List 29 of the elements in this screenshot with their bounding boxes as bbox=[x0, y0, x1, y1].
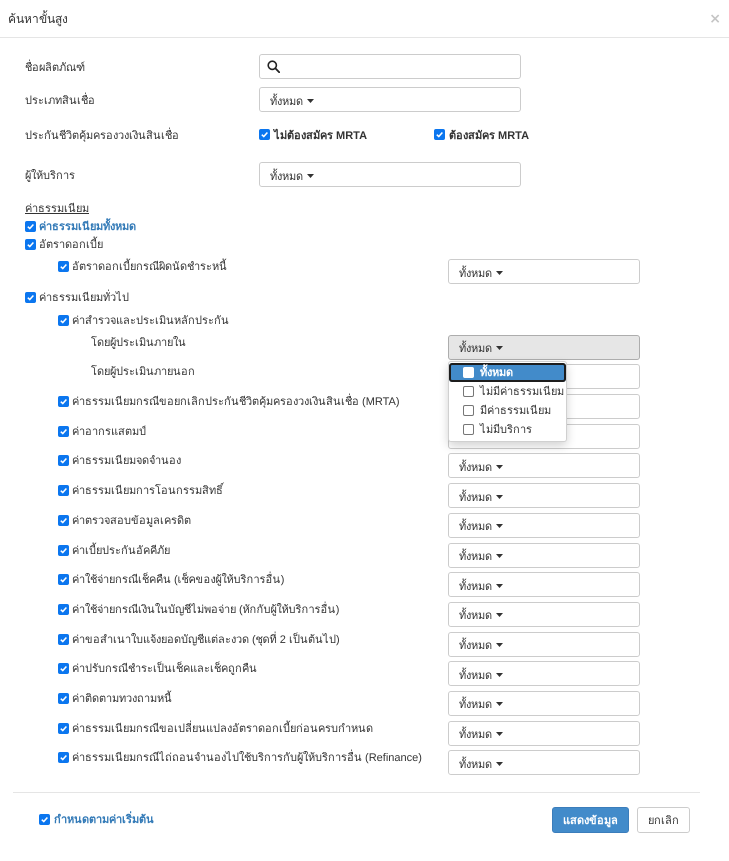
fee-label: ค่าเบี้ยประกันอัคคีภัย bbox=[72, 542, 170, 558]
fee-label: อัตราดอกเบี้ย bbox=[39, 236, 103, 254]
fee-label: ค่าธรรมเนียมกรณีขอยกเลิกประกันชีวิตคุ้มครองวงเงินสินเชื่อ (MRTA) bbox=[72, 394, 400, 410]
fee-label: ค่าธรรมเนียมทั้งหมด bbox=[39, 218, 136, 236]
option-label: ไม่ต้องสมัคร MRTA bbox=[274, 128, 368, 144]
fee-label: อัตราดอกเบี้ยกรณีผิดนัดชำระหนี้ bbox=[72, 259, 227, 275]
option-label: ต้องสมัคร MRTA bbox=[449, 128, 530, 144]
field-label: ประกันชีวิตคุ้มครองวงเงินสินเชื่อ bbox=[25, 126, 180, 144]
fee-label: ค่าธรรมเนียมการโอนกรรมสิทธิ์ bbox=[72, 483, 223, 500]
field-label: ชื่อผลิตภัณฑ์ bbox=[25, 58, 86, 76]
fee-label: ค่าธรรมเนียมกรณีขอเปลี่ยนแปลงอัตราดอกเบี้ยก่อนครบกำหนด bbox=[72, 720, 373, 737]
fee-label: ค่าปรับกรณีชำระเป็นเช็คและเช็คถูกคืน bbox=[72, 661, 257, 678]
fee-label: โดยผู้ประเมินภายนอก bbox=[91, 364, 195, 380]
fee-label: ค่าติดตามทวงถามหนี้ bbox=[72, 690, 172, 707]
field-label: ผู้ให้บริการ bbox=[25, 168, 76, 184]
field-label: ประเภทสินเชื่อ bbox=[25, 92, 96, 108]
fee-label: ค่าสำรวจและประเมินหลักประกัน bbox=[72, 314, 229, 329]
section-heading: ค่าธรรมเนียม bbox=[25, 202, 90, 217]
fee-label: โดยผู้ประเมินภายใน bbox=[91, 335, 186, 351]
fee-label: ค่าขอสำเนาใบแจ้งยอดบัญชีแต่ละงวด (ชุดที่ 2 เป็นต้นไป) bbox=[72, 632, 340, 648]
fee-label: ค่าธรรมเนียมกรณีไถ่ถอนจำนองไปใช้บริการกับผู้ให้บริการอื่น (Refinance) bbox=[72, 750, 422, 766]
fee-label: ค่าธรรมเนียมทั่วไป bbox=[39, 288, 129, 306]
fee-label: ค่าใช้จ่ายกรณีเช็คคืน (เช็คของผู้ให้บริการอื่น) bbox=[72, 572, 284, 588]
fee-label: ค่าธรรมเนียมจดจำนอง bbox=[72, 454, 181, 470]
dialog-title: ค้นหาขั้นสูง bbox=[8, 9, 68, 28]
fee-label: ค่าตรวจสอบข้อมูลเครดิต bbox=[72, 514, 191, 529]
default-setting-label: กำหนดตามค่าเริ่มต้น bbox=[54, 810, 154, 828]
fee-label: ค่าอากรแสตมป์ bbox=[72, 424, 146, 440]
fee-label: ค่าใช้จ่ายกรณีเงินในบัญชีไม่พอจ่าย (หักกับผู้ให้บริการอื่น) bbox=[72, 602, 340, 618]
